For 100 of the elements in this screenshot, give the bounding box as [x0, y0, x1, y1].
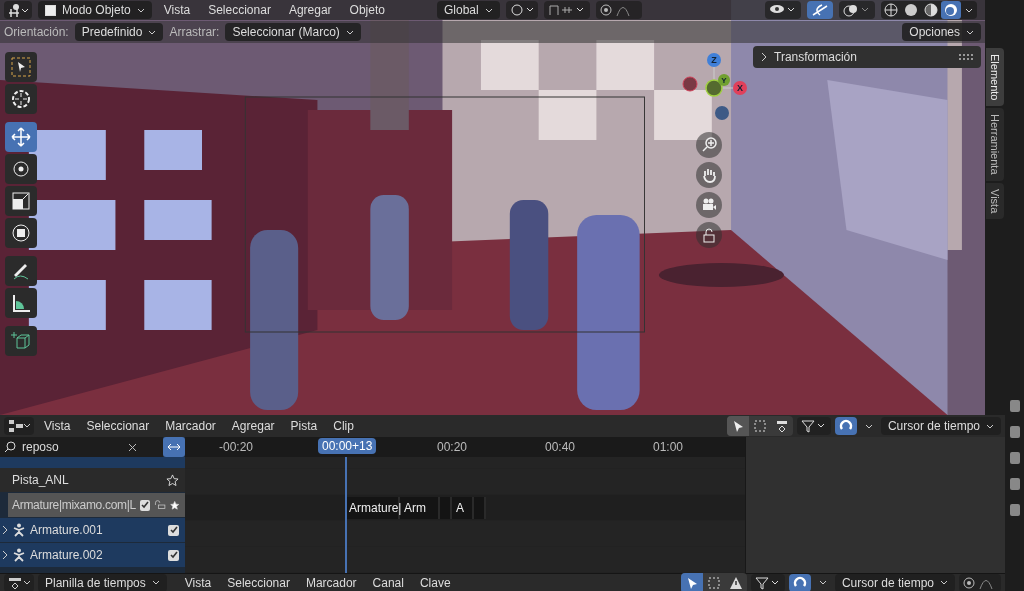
star-icon[interactable] — [166, 473, 179, 487]
snap-icon[interactable] — [788, 573, 811, 591]
menu-item[interactable]: Vista — [157, 1, 197, 19]
wire-shading-button[interactable] — [881, 1, 901, 19]
pivot-icon[interactable] — [505, 1, 538, 19]
zoom-icon[interactable] — [696, 132, 722, 158]
caret-icon — [136, 7, 145, 13]
hand-icon[interactable] — [696, 162, 722, 188]
editor-type-button[interactable] — [4, 1, 32, 19]
cursor-tool-button[interactable] — [5, 84, 37, 114]
menu-item[interactable]: Agregar — [282, 1, 338, 19]
drag-dropdown[interactable]: Seleccionar (Marco) — [225, 23, 361, 41]
pivot-dropdown[interactable]: Cursor de tiempo — [834, 573, 955, 591]
caret-icon — [966, 29, 974, 35]
menu-item[interactable]: Agregar — [225, 417, 281, 435]
swap-arrows-button[interactable] — [163, 437, 185, 457]
properties-tab-icon[interactable] — [1009, 504, 1020, 516]
time-tick-label: 01:00 — [653, 440, 683, 454]
orientation-dropdown[interactable]: Predefinido — [74, 23, 164, 41]
caret-icon — [148, 29, 157, 35]
properties-tab-icon[interactable] — [1009, 478, 1020, 490]
add-tool-button[interactable] — [5, 326, 37, 356]
transform-panel-header[interactable]: Transformación — [753, 46, 981, 68]
sidebar-tab[interactable]: Herramienta — [986, 108, 1004, 181]
armature-icon — [12, 523, 26, 537]
action-strip[interactable]: Armature| Arm A — [345, 496, 486, 519]
annotate-tool-button[interactable] — [5, 256, 37, 286]
orientation-dropdown[interactable]: Global — [436, 1, 500, 19]
unlock-icon[interactable] — [696, 222, 722, 248]
current-frame-indicator[interactable]: 00:00+13 — [318, 438, 377, 454]
caret-icon[interactable] — [818, 580, 827, 585]
menu-item[interactable]: Marcador — [299, 573, 363, 591]
overlay-icon[interactable] — [839, 1, 875, 19]
time-tick-label: -00:20 — [219, 440, 253, 454]
transform-tool-button[interactable] — [5, 218, 37, 248]
armature-icon — [12, 548, 26, 562]
search-icon — [4, 441, 16, 453]
rotate-icon — [10, 158, 32, 180]
properties-tab-icon[interactable] — [1009, 452, 1020, 464]
cursor-icon — [10, 88, 32, 110]
menu-item[interactable]: Canal — [366, 573, 410, 591]
measure-icon — [10, 292, 32, 314]
rendered-shading-button[interactable] — [941, 1, 961, 19]
search-input[interactable]: reposo — [22, 440, 122, 454]
editor-type-button[interactable] — [4, 573, 34, 591]
properties-tab-icon[interactable] — [1009, 426, 1020, 438]
search-field[interactable]: reposo — [0, 437, 163, 457]
menu-item[interactable]: Seleccionar — [202, 1, 277, 19]
add-icon — [10, 330, 32, 352]
measure-tool-button[interactable] — [5, 288, 37, 318]
caret-icon — [345, 29, 354, 35]
editor-dropdown[interactable]: Planilla de tiempos — [38, 573, 167, 591]
star-icon[interactable] — [169, 498, 179, 512]
chevron-icon[interactable] — [761, 52, 767, 62]
caret-icon — [986, 423, 994, 429]
camera-icon[interactable] — [696, 192, 722, 218]
grip-icon[interactable] — [959, 54, 973, 60]
menu-item[interactable]: Clave — [413, 573, 457, 591]
proportional-edit-icon[interactable] — [595, 1, 642, 19]
transform-icon — [10, 222, 32, 244]
material-shading-button[interactable] — [921, 1, 941, 19]
caret-icon — [940, 580, 948, 585]
move-icon — [10, 126, 32, 148]
mode-dropdown[interactable]: Modo Objeto — [38, 1, 152, 19]
scale-tool-button[interactable] — [5, 186, 37, 216]
sidebar-tab[interactable]: Elemento — [986, 48, 1004, 107]
menu-item[interactable]: Seleccionar — [80, 417, 156, 435]
gizmo-toggle-icon[interactable] — [807, 1, 833, 19]
select-tool-button[interactable] — [5, 52, 37, 82]
filter-icon[interactable] — [750, 573, 785, 591]
filter-icon[interactable] — [796, 417, 831, 435]
editor-type-button[interactable] — [4, 417, 34, 435]
rotate-tool-button[interactable] — [5, 154, 37, 184]
move-tool-button[interactable] — [5, 122, 37, 152]
menu-item[interactable]: Seleccionar — [221, 573, 296, 591]
visibility-eye-icon[interactable] — [765, 1, 801, 19]
menu-item[interactable]: Marcador — [159, 417, 222, 435]
snap-icon[interactable] — [834, 417, 857, 435]
drag-label: Arrastrar: — [169, 25, 220, 39]
checkbox[interactable] — [139, 499, 150, 511]
time-tick-label: 00:20 — [437, 440, 467, 454]
clear-icon[interactable] — [128, 442, 137, 452]
menu-item[interactable]: Objeto — [343, 1, 391, 19]
time-tick-label: 00:40 — [545, 440, 575, 454]
sidebar-tab[interactable]: Vista — [986, 183, 1004, 220]
caret-icon[interactable] — [965, 7, 973, 13]
swap-arrows-icon — [167, 443, 181, 451]
menu-item[interactable]: Clip — [327, 417, 360, 435]
proportional-edit-icon[interactable] — [959, 573, 1001, 591]
options-dropdown[interactable]: Opciones — [902, 23, 981, 41]
menu-item[interactable]: Vista — [38, 417, 77, 435]
menu-item[interactable]: Pista — [284, 417, 324, 435]
menu-item[interactable]: Vista — [178, 573, 218, 591]
checkbox[interactable] — [168, 524, 179, 536]
checkbox[interactable] — [168, 549, 179, 561]
properties-tab-icon[interactable] — [1009, 400, 1020, 412]
pivot-dropdown[interactable]: Cursor de tiempo — [880, 417, 1001, 435]
caret-icon[interactable] — [864, 423, 873, 429]
select-icon — [10, 56, 32, 78]
scale-icon — [10, 190, 32, 212]
